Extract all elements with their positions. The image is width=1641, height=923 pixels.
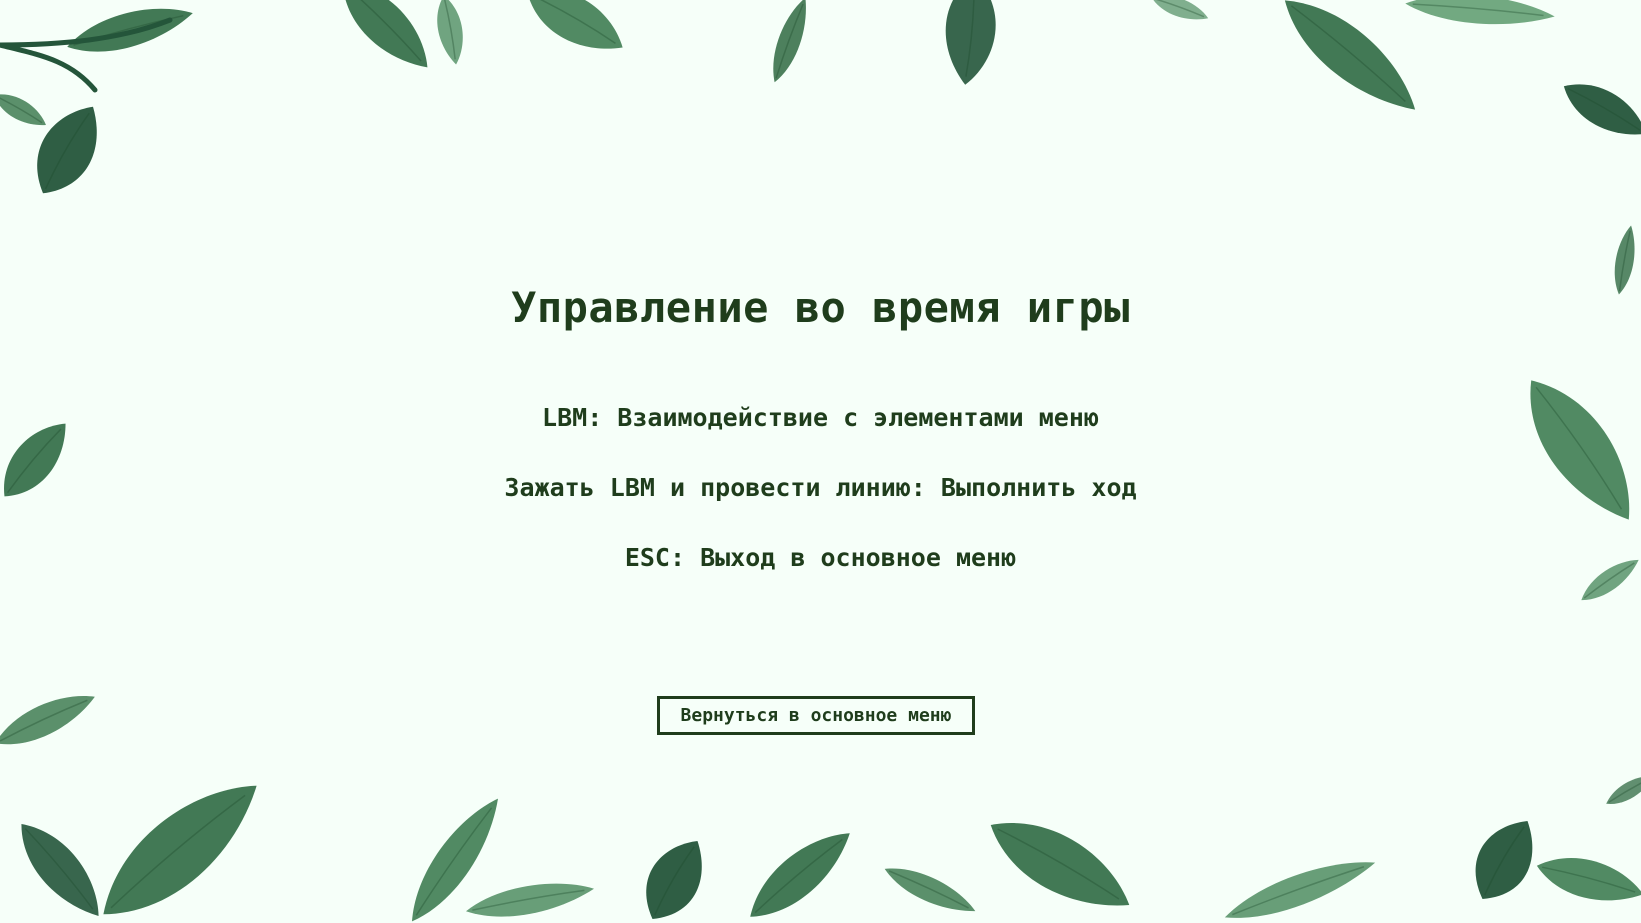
leaf-vein — [1542, 866, 1636, 893]
leaf-vein — [443, 0, 456, 60]
leaf-shape — [67, 8, 193, 52]
leaf-vein — [965, 0, 976, 77]
leaf-vein — [1154, 0, 1205, 18]
leaf-vein — [44, 112, 90, 190]
leaf-shape — [21, 824, 99, 916]
back-to-main-menu-button[interactable]: Вернуться в основное меню — [657, 696, 975, 735]
leaf-shape — [0, 696, 95, 745]
control-lbm-drag-move: Зажать LBM и провести линию: Выполнить х… — [504, 473, 1137, 502]
leaf-shape — [103, 785, 257, 915]
leaf-vein — [110, 794, 246, 909]
leaf-shape — [1405, 0, 1555, 25]
leaf-vein — [0, 699, 88, 742]
help-screen: Управление во время игры LBM: Взаимодейс… — [0, 0, 1641, 923]
leaf-shape — [465, 883, 595, 917]
leaf-vein — [754, 838, 843, 914]
leaf-vein — [775, 3, 804, 79]
leaf-vein — [1290, 5, 1406, 102]
leaf-vein — [531, 0, 616, 44]
leaf-shape — [1284, 0, 1416, 110]
controls-list: LBM: Взаимодействие с элементами меню За… — [0, 400, 1641, 610]
leaf-shape — [0, 94, 46, 126]
leaf-shape — [1224, 862, 1376, 918]
leaf-shape — [990, 823, 1130, 906]
leaf-shape — [646, 841, 702, 919]
leaf-vein — [1412, 3, 1544, 17]
leaf-shape — [884, 868, 976, 912]
leaf-shape — [527, 0, 623, 49]
leaf-shape — [437, 0, 463, 65]
leaf-vein — [472, 889, 585, 911]
leaf-shape — [1563, 84, 1641, 135]
leaf-vein — [1567, 87, 1641, 131]
leaf-shape — [1151, 0, 1209, 20]
leaf-shape — [773, 0, 806, 83]
leaf-stem — [0, 17, 173, 93]
leaf-shape — [1475, 821, 1533, 899]
leaf-vein — [888, 870, 969, 909]
leaf-shape — [1606, 776, 1641, 804]
page-title: Управление во время игры — [511, 283, 1130, 332]
leaf-shape — [750, 833, 850, 917]
control-esc-exit: ESC: Выход в основное меню — [624, 543, 1017, 572]
leaf-vein — [1232, 866, 1365, 916]
leaf-vein — [1608, 777, 1641, 804]
leaf-vein — [654, 846, 695, 916]
leaf-shape — [945, 0, 996, 85]
leaf-vein — [1484, 826, 1525, 896]
leaf-vein — [415, 807, 493, 916]
leaf-vein — [346, 0, 422, 62]
leaf-shape — [1536, 858, 1641, 901]
leaf-vein — [24, 828, 94, 910]
leaf-vein — [73, 14, 184, 46]
leaf-vein — [997, 828, 1120, 900]
leaf-vein — [0, 95, 43, 124]
leaf-shape — [37, 106, 97, 194]
leaf-shape — [342, 0, 428, 68]
control-lbm-menu: LBM: Взаимодействие с элементами меню — [542, 403, 1099, 432]
leaf-shape — [411, 798, 499, 922]
